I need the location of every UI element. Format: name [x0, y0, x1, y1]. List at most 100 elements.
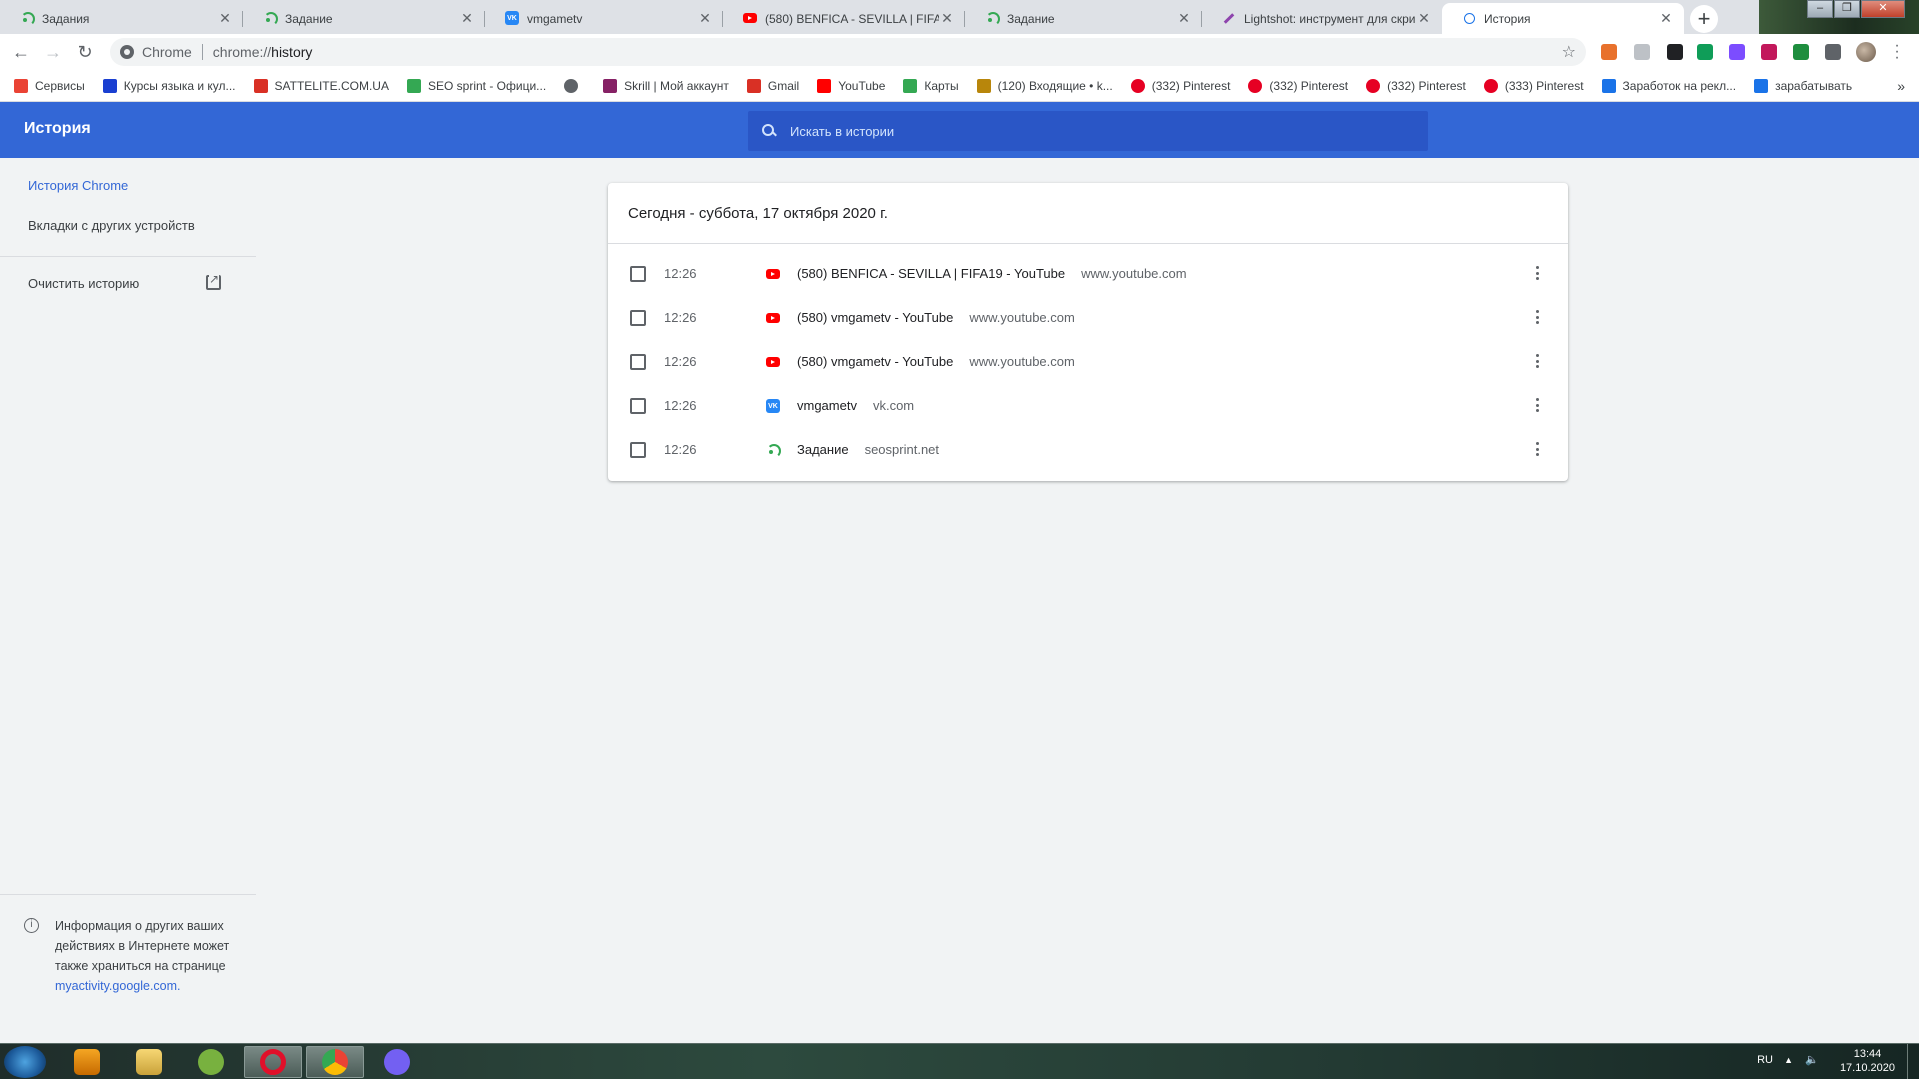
entry-domain: seosprint.net [864, 442, 940, 457]
open-in-new-icon[interactable] [206, 272, 221, 290]
bookmark-item[interactable]: YouTube [817, 78, 885, 93]
bookmark-item[interactable]: (332) Pinterest [1130, 78, 1230, 93]
utorrent-icon[interactable] [182, 1046, 240, 1078]
history-entry[interactable]: 12:26 (580) BENFICA - SEVILLA | FIFA19 -… [608, 252, 1568, 296]
history-entry[interactable]: 12:26 (580) vmgametv - YouTube www.youtub… [608, 340, 1568, 384]
bookmark-item[interactable]: Gmail [746, 78, 800, 93]
extension-us-icon[interactable] [1793, 44, 1809, 60]
tab-history[interactable]: История ✕ [1442, 3, 1684, 34]
entry-checkbox[interactable] [630, 310, 646, 326]
entry-checkbox[interactable] [630, 442, 646, 458]
entry-title[interactable]: (580) BENFICA - SEVILLA | FIFA19 - YouTu… [797, 266, 1065, 281]
extension-badge-icon[interactable] [1667, 44, 1683, 60]
bookmark-item[interactable]: Курсы языка и кул... [102, 78, 236, 93]
entry-title[interactable]: (580) vmgametv - YouTube [797, 310, 953, 325]
bookmark-item[interactable]: SEO sprint - Офици... [406, 78, 546, 93]
avatar[interactable] [1856, 42, 1876, 62]
extension-x-icon[interactable] [1729, 44, 1745, 60]
bookmark-item[interactable]: Карты [903, 78, 959, 93]
tab-4[interactable]: (580) BENFICA - SEVILLA | FIFA19 ✕ [723, 3, 965, 34]
entry-title[interactable]: Задание [797, 442, 849, 457]
sidebar-item-other-devices[interactable]: Вкладки с других устройств [28, 218, 195, 233]
opera-icon[interactable] [244, 1046, 302, 1078]
tab-3[interactable]: VK vmgametv ✕ [485, 3, 723, 34]
show-desktop-button[interactable] [1907, 1044, 1919, 1079]
bookmark-item[interactable]: (333) Pinterest [1483, 78, 1584, 93]
bookmark-item[interactable]: Сервисы [14, 78, 85, 93]
tab-5[interactable]: Задание ✕ [965, 3, 1202, 34]
extension-mail-icon[interactable] [1634, 44, 1650, 60]
explorer-icon[interactable] [120, 1046, 178, 1078]
history-header: История [0, 102, 1919, 158]
reload-icon[interactable]: ↻ [74, 41, 96, 63]
tab-1[interactable]: Задания ✕ [0, 3, 243, 34]
bookmarks-overflow-icon[interactable]: » [1897, 78, 1905, 94]
clock-time: 13:44 [1853, 1048, 1882, 1060]
tray-expand-icon[interactable]: ▲ [1784, 1055, 1793, 1065]
chrome-icon[interactable] [306, 1046, 364, 1078]
bookmark-label: Gmail [767, 78, 800, 93]
clock-date: 17.10.2020 [1839, 1062, 1895, 1074]
myactivity-link[interactable]: myactivity.google.com. [55, 976, 254, 996]
close-icon[interactable]: ✕ [1658, 10, 1674, 27]
puzzle-icon[interactable] [1825, 44, 1841, 60]
close-icon[interactable]: ✕ [1176, 10, 1192, 27]
bookmark-star-icon[interactable]: ☆ [1562, 42, 1576, 62]
close-icon[interactable]: ✕ [1416, 10, 1432, 27]
tab-6[interactable]: Lightshot: инструмент для скри ✕ [1202, 3, 1442, 34]
more-actions-icon[interactable] [1534, 264, 1540, 282]
entry-checkbox[interactable] [630, 266, 646, 282]
clear-history-link[interactable]: Очистить историю [28, 276, 139, 291]
volume-icon[interactable]: 🔈 [1805, 1053, 1819, 1066]
start-button[interactable] [4, 1046, 46, 1078]
media-player-icon[interactable] [58, 1046, 116, 1078]
minimize-button[interactable]: – [1807, 0, 1833, 18]
bookmark-item[interactable] [564, 78, 585, 93]
back-icon[interactable]: ← [10, 41, 32, 63]
entry-checkbox[interactable] [630, 354, 646, 370]
more-actions-icon[interactable] [1534, 440, 1540, 458]
bookmark-item[interactable]: Skrill | Мой аккаунт [603, 78, 729, 93]
more-actions-icon[interactable] [1534, 396, 1540, 414]
close-icon[interactable]: ✕ [697, 10, 713, 27]
extension-sc-icon[interactable] [1761, 44, 1777, 60]
new-tab-button[interactable]: + [1690, 5, 1718, 33]
language-indicator[interactable]: RU [1757, 1054, 1773, 1066]
maximize-button[interactable]: ❐ [1834, 0, 1860, 18]
entry-checkbox[interactable] [630, 398, 646, 414]
close-icon[interactable]: ✕ [939, 10, 955, 27]
viber-icon[interactable] [368, 1046, 426, 1078]
bookmark-item[interactable]: SATTELITE.COM.UA [253, 78, 389, 93]
extension-ruble-icon[interactable] [1697, 44, 1713, 60]
bookmark-item[interactable]: зарабатывать [1754, 78, 1852, 93]
tab-title: История [1484, 11, 1531, 26]
entry-time: 12:26 [664, 310, 697, 325]
close-window-button[interactable]: ✕ [1861, 0, 1905, 18]
history-search[interactable] [748, 111, 1428, 151]
clock[interactable]: 13:44 17.10.2020 [1840, 1047, 1895, 1075]
url-host: history [271, 44, 313, 60]
more-actions-icon[interactable] [1534, 308, 1540, 326]
search-input[interactable] [790, 123, 1390, 139]
bookmark-item[interactable]: (120) Входящие • k... [976, 78, 1113, 93]
forward-icon[interactable]: → [42, 41, 64, 63]
bookmark-item[interactable]: (332) Pinterest [1248, 78, 1348, 93]
entry-domain: vk.com [872, 398, 915, 413]
kebab-menu-icon[interactable]: · · · [1893, 38, 1901, 66]
history-entry[interactable]: 12:26 VK vmgametv vk.com [608, 384, 1568, 428]
more-actions-icon[interactable] [1534, 352, 1540, 370]
extension-orange-icon[interactable] [1601, 44, 1617, 60]
entry-domain: www.youtube.com [1081, 266, 1187, 281]
sidebar-item-chrome-history[interactable]: История Chrome [28, 178, 128, 193]
bookmark-item[interactable]: (332) Pinterest [1366, 78, 1466, 93]
entry-title[interactable]: (580) vmgametv - YouTube [797, 354, 953, 369]
close-icon[interactable]: ✕ [459, 10, 475, 27]
omnibox-url[interactable]: chrome://history [213, 44, 313, 60]
entry-title[interactable]: vmgametv [797, 398, 857, 413]
address-bar[interactable]: Chrome chrome://history ☆ [110, 38, 1586, 66]
history-entry[interactable]: 12:26 Задание seosprint.net [608, 428, 1568, 472]
close-icon[interactable]: ✕ [217, 10, 233, 27]
bookmark-item[interactable]: Заработок на рекл... [1601, 78, 1736, 93]
tab-2[interactable]: Задание ✕ [243, 3, 485, 34]
history-entry[interactable]: 12:26 (580) vmgametv - YouTube www.youtub… [608, 296, 1568, 340]
